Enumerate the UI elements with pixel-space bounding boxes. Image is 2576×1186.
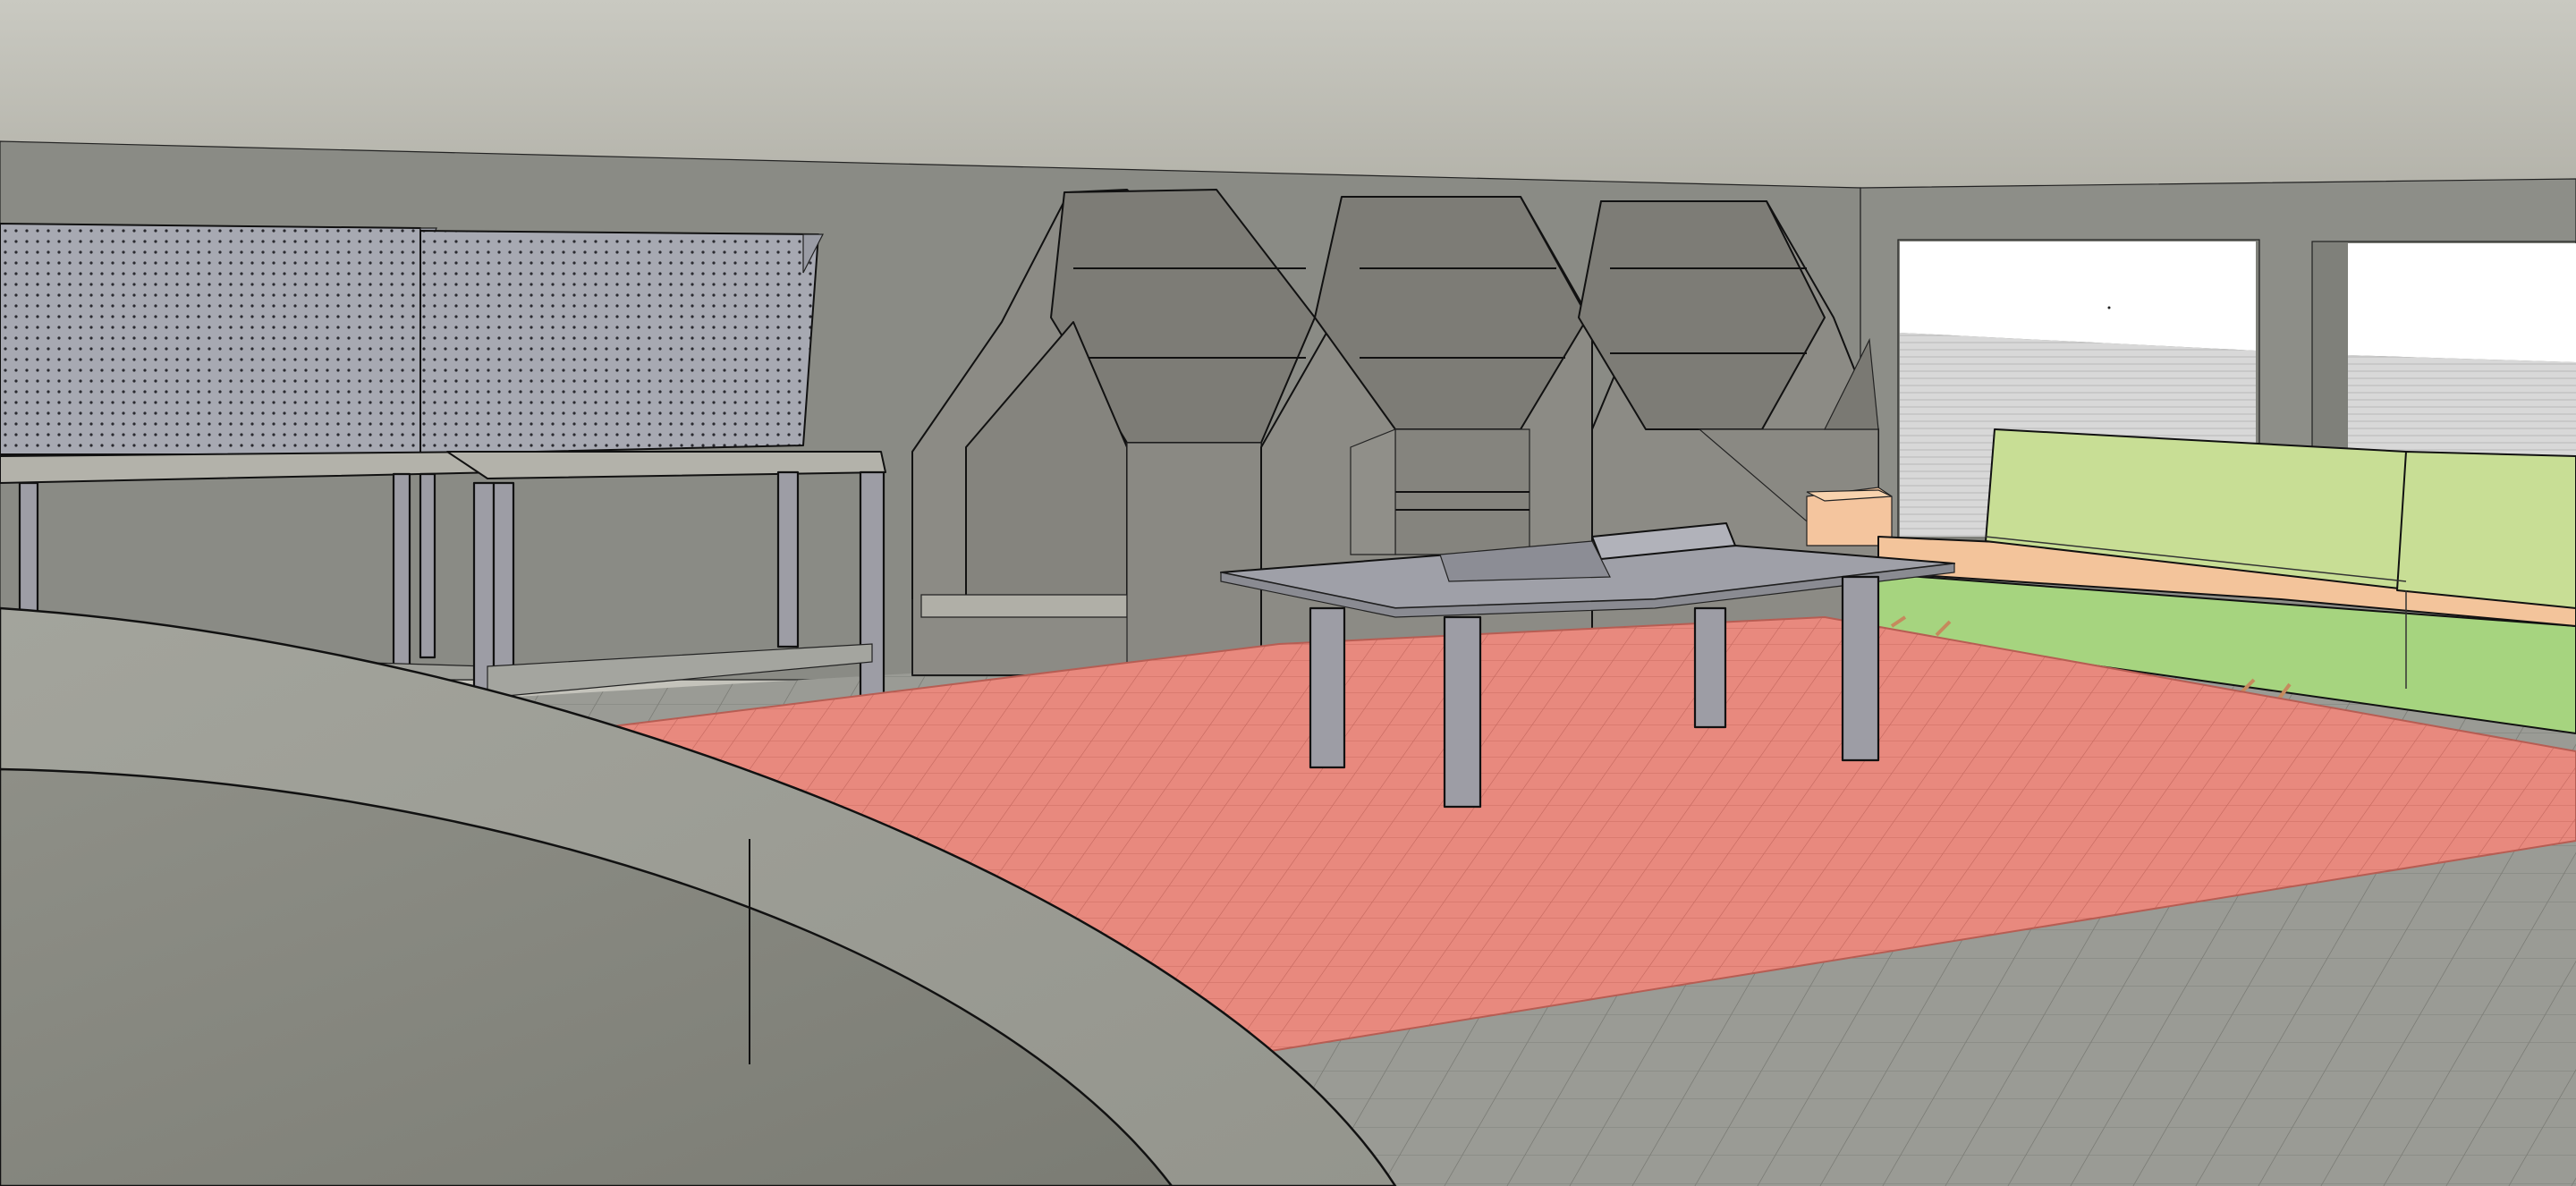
- interior-scene[interactable]: [0, 0, 2576, 1186]
- 3d-viewport[interactable]: [0, 0, 2576, 1186]
- pegboard-right: [419, 230, 824, 455]
- pegboard-left: [0, 223, 437, 455]
